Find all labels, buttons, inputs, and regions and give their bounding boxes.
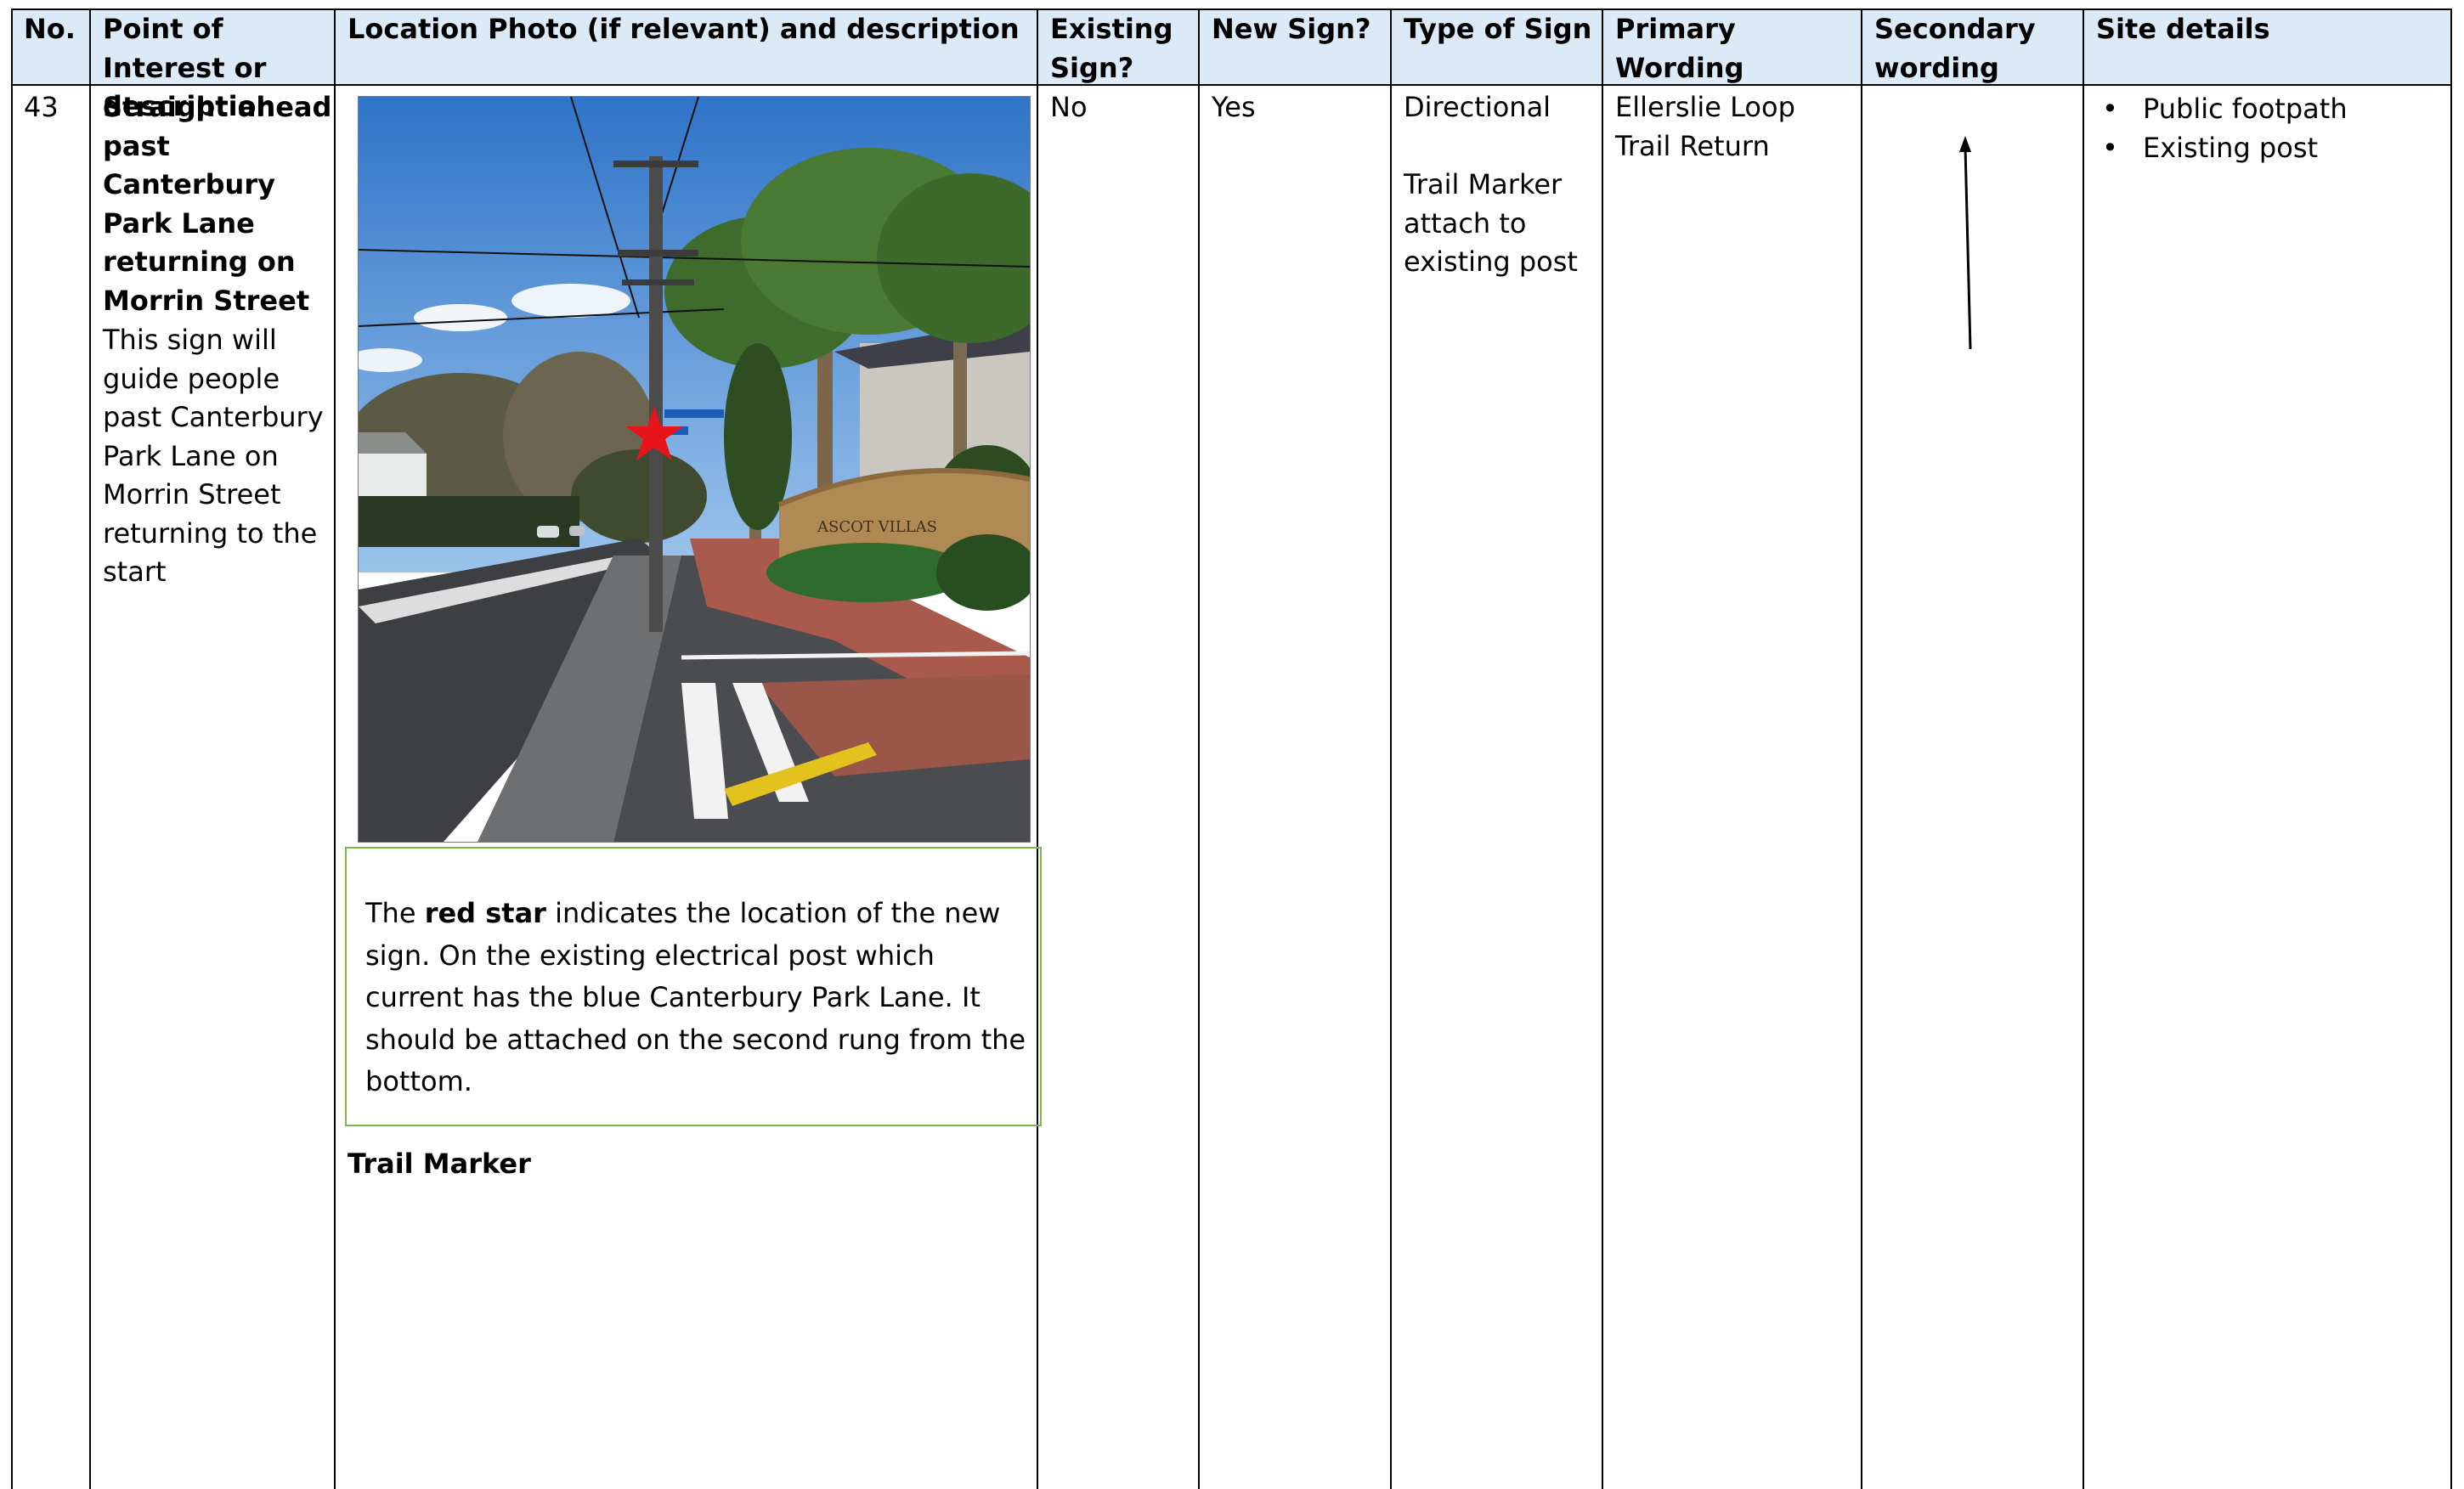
col-divider <box>1198 8 1200 1489</box>
new-sign-value: Yes <box>1212 91 1256 123</box>
col-divider <box>1037 8 1038 1489</box>
col-divider <box>2083 8 2084 1489</box>
header-location-photo: Location Photo (if relevant) and descrip… <box>348 13 1020 45</box>
up-arrow-icon <box>1959 136 1972 350</box>
col-divider <box>334 8 336 1489</box>
trail-marker-heading: Trail Marker <box>348 1148 531 1180</box>
header-existing-sign: Existing Sign? <box>1050 13 1173 84</box>
location-photo: ASCOT VILLAS <box>358 96 1031 843</box>
list-item: Public footpath <box>2102 90 2442 129</box>
ascot-villas-sign: ASCOT VILLAS <box>817 518 937 536</box>
poi-title: Straight ahead past Canterbury Park Lane… <box>103 91 332 317</box>
header-primary-wording: Primary Wording <box>1615 13 1744 84</box>
list-item: Existing post <box>2102 129 2442 168</box>
header-new-sign: New Sign? <box>1212 13 1371 45</box>
caption-highlight: red star <box>424 897 546 929</box>
sign-type-main: Directional <box>1404 91 1551 123</box>
header-divider <box>11 84 2452 86</box>
col-divider <box>1861 8 1862 1489</box>
site-details-list: Public footpath Existing post <box>2102 90 2442 167</box>
caption-text-start: The <box>365 897 425 929</box>
primary-wording-value: Ellerslie Loop Trail Return <box>1615 91 1795 162</box>
col-divider <box>89 8 91 1489</box>
street-scene-illustration: ASCOT VILLAS <box>359 97 1030 842</box>
sign-type-detail: Trail Marker attach to existing post <box>1404 168 1578 278</box>
col-divider <box>2450 8 2452 1489</box>
photo-caption-box: The red star indicates the location of t… <box>345 847 1042 1126</box>
row-number: 43 <box>24 91 59 123</box>
col-divider <box>11 8 13 1489</box>
sign-schedule-table: No. Point of Interest or description Loc… <box>11 8 2452 1489</box>
header-site-details: Site details <box>2096 13 2270 45</box>
header-secondary-wording: Secondary wording <box>1874 13 2036 84</box>
header-no: No. <box>24 13 76 45</box>
col-divider <box>1390 8 1392 1489</box>
existing-sign-value: No <box>1050 91 1088 123</box>
poi-description: This sign will guide people past Canterb… <box>103 324 324 588</box>
col-divider <box>1602 8 1603 1489</box>
header-type-of-sign: Type of Sign <box>1404 13 1592 45</box>
photo-caption: The red star indicates the location of t… <box>365 893 1037 1103</box>
